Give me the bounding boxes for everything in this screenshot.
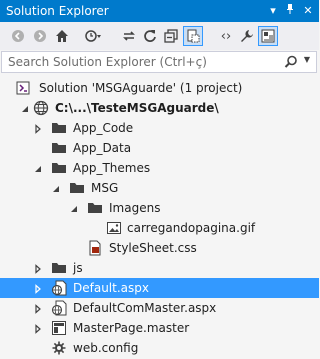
close-icon[interactable]: ✕ — [301, 3, 315, 19]
sync-icon[interactable] — [120, 27, 138, 45]
website-icon — [33, 100, 49, 116]
folder-icon — [51, 260, 67, 276]
config-file-icon — [51, 340, 67, 356]
solution-tree: Solution 'MSGAguarde' (1 project) C:\...… — [0, 78, 319, 355]
preview-selected-items-icon[interactable] — [258, 26, 278, 46]
tree-item-label: Solution 'MSGAguarde' (1 project) — [39, 81, 243, 95]
forward-icon[interactable] — [31, 27, 49, 45]
tree-item-label: MasterPage.master — [73, 321, 190, 335]
search-icon[interactable] — [284, 55, 298, 72]
collapsed-arrow-icon[interactable] — [33, 283, 43, 294]
master-file-icon — [51, 320, 67, 336]
tree-item-label: Default.aspx — [73, 281, 149, 295]
tree-item-label: App_Themes — [73, 161, 151, 175]
collapse-all-icon[interactable] — [162, 27, 180, 45]
search-options-icon[interactable]: ▼ — [304, 55, 310, 64]
search-input[interactable] — [8, 54, 278, 70]
tree-item-label: StyleSheet.css — [109, 241, 197, 255]
solution-icon — [15, 80, 31, 96]
back-icon[interactable] — [9, 27, 27, 45]
tree-item-label: C:\...\TesteMSGAguarde\ — [55, 101, 219, 115]
folder-icon — [51, 120, 67, 136]
view-code-icon[interactable]: ‹› — [217, 27, 235, 45]
collapsed-arrow-icon[interactable] — [33, 123, 43, 134]
tree-item-label: js — [73, 261, 83, 275]
aspx-file-icon — [51, 280, 67, 296]
tree-item-label: App_Code — [73, 121, 134, 135]
expanded-arrow-icon[interactable] — [69, 203, 79, 213]
window-options-icon[interactable]: ▾ — [266, 3, 280, 19]
tree-item-app-themes[interactable]: App_Themes — [0, 158, 319, 178]
tree-item-masterpage-master[interactable]: MasterPage.master — [0, 318, 319, 338]
aspx-file-icon — [51, 300, 67, 316]
tree-item-web-config[interactable]: web.config — [0, 338, 319, 358]
folder-icon — [51, 140, 67, 156]
tree-item-app-code[interactable]: App_Code — [0, 118, 319, 138]
tree-item-app-data[interactable]: App_Data — [0, 138, 319, 158]
tree-item-default-aspx[interactable]: Default.aspx — [0, 278, 319, 298]
tree-item-imagens[interactable]: Imagens — [0, 198, 319, 218]
folder-icon — [51, 160, 67, 176]
tree-item-label: DefaultComMaster.aspx — [73, 301, 217, 315]
tree-item-defaultcommaster-aspx[interactable]: DefaultComMaster.aspx — [0, 298, 319, 318]
folder-icon — [87, 200, 103, 216]
expanded-arrow-icon[interactable] — [51, 183, 61, 193]
tree-item-carregandopagina-gif[interactable]: carregandopagina.gif — [0, 218, 319, 238]
tree-item-msg[interactable]: MSG — [0, 178, 319, 198]
expanded-arrow-icon[interactable] — [33, 163, 43, 173]
toolbar: ‹› — [0, 22, 319, 50]
tree-item-label: Imagens — [109, 201, 161, 215]
tree-item-label: MSG — [91, 181, 119, 195]
tree-item-website[interactable]: C:\...\TesteMSGAguarde\ — [0, 98, 319, 118]
collapsed-arrow-icon[interactable] — [33, 323, 43, 334]
tree-item-label: web.config — [73, 341, 139, 355]
tree-item-label: App_Data — [73, 141, 132, 155]
tree-item-label: carregandopagina.gif — [127, 221, 256, 235]
home-icon[interactable] — [53, 27, 71, 45]
search-box[interactable]: ▼ — [1, 51, 317, 73]
title-bar: Solution Explorer ▾ ✕ — [0, 0, 319, 22]
folder-icon — [69, 180, 85, 196]
tree-item-stylesheet-css[interactable]: StyleSheet.css — [0, 238, 319, 258]
tree-item-solution[interactable]: Solution 'MSGAguarde' (1 project) — [0, 78, 319, 98]
tree-item-js[interactable]: js — [0, 258, 319, 278]
window-title: Solution Explorer — [6, 4, 109, 18]
properties-icon[interactable] — [238, 27, 256, 45]
image-file-icon — [106, 220, 122, 236]
show-all-files-icon[interactable] — [183, 26, 203, 46]
refresh-icon[interactable] — [141, 27, 159, 45]
expanded-arrow-icon[interactable] — [20, 103, 30, 113]
css-file-icon — [87, 240, 103, 256]
collapsed-arrow-icon[interactable] — [33, 303, 43, 314]
pin-icon[interactable] — [283, 3, 297, 19]
collapsed-arrow-icon[interactable] — [33, 263, 43, 274]
history-icon[interactable] — [84, 27, 102, 45]
